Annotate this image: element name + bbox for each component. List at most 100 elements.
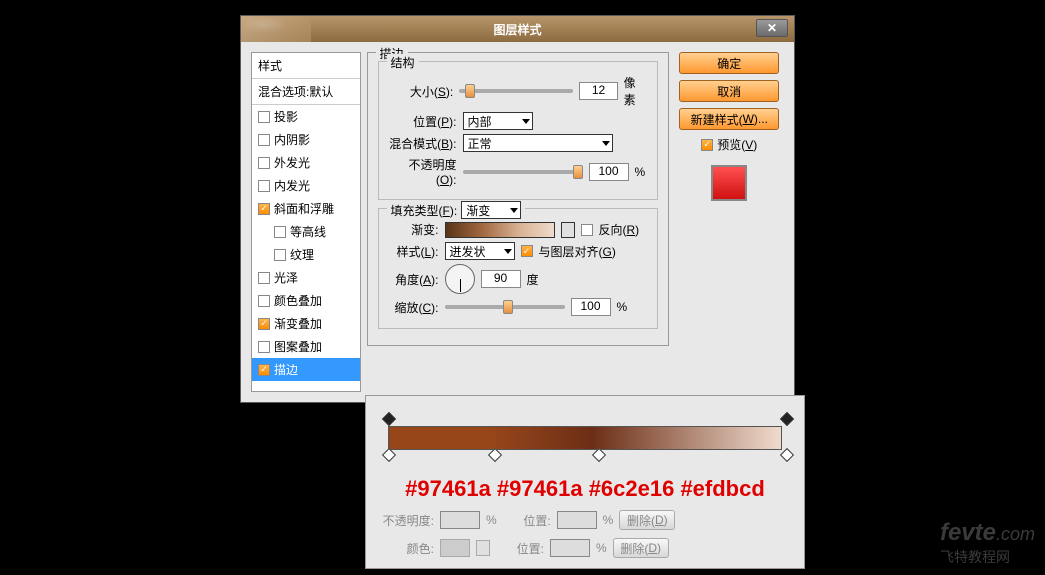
sidebar-checkbox[interactable] (258, 180, 270, 192)
sidebar-item-11[interactable]: 描边 (252, 358, 360, 381)
angle-input[interactable]: 90 (481, 270, 521, 288)
ge-color-picker (476, 540, 490, 556)
ge-color-label: 颜色: (376, 540, 434, 557)
structure-group: 结构 大小(S): 12 像素 位置(P): 内部 混合模式(B): 正常 (378, 61, 658, 200)
sidebar-item-2[interactable]: 外发光 (252, 151, 360, 174)
angle-dial[interactable] (445, 264, 475, 294)
sidebar-item-7[interactable]: 光泽 (252, 266, 360, 289)
style-combo[interactable]: 迸发状 (445, 242, 515, 260)
titlebar-decoration (241, 16, 311, 42)
sidebar-checkbox[interactable] (258, 318, 270, 330)
opacity-label: 不透明度(O): (389, 156, 457, 187)
gradient-label: 渐变: (389, 221, 439, 238)
sidebar-item-8[interactable]: 颜色叠加 (252, 289, 360, 312)
newstyle-button[interactable]: 新建样式(W)... (679, 108, 779, 130)
sidebar-item-label: 图案叠加 (274, 338, 322, 355)
layer-style-dialog: 图层样式 ✕ 样式 混合选项:默认 投影内阴影外发光内发光斜面和浮雕等高线纹理光… (240, 15, 795, 403)
close-icon: ✕ (767, 21, 777, 35)
align-checkbox[interactable] (521, 245, 533, 257)
ok-button[interactable]: 确定 (679, 52, 779, 74)
scale-unit: % (617, 300, 628, 314)
sidebar-blend-options[interactable]: 混合选项:默认 (252, 79, 360, 105)
sidebar-checkbox[interactable] (274, 249, 286, 261)
sidebar-item-label: 光泽 (274, 269, 298, 286)
size-unit: 像素 (624, 74, 647, 108)
chevron-down-icon (602, 141, 610, 146)
sidebar-item-1[interactable]: 内阴影 (252, 128, 360, 151)
sidebar-item-label: 斜面和浮雕 (274, 200, 334, 217)
reverse-checkbox[interactable] (581, 224, 593, 236)
sidebar-checkbox[interactable] (258, 341, 270, 353)
sidebar-checkbox[interactable] (258, 111, 270, 123)
sidebar-item-label: 颜色叠加 (274, 292, 322, 309)
opacity-stop[interactable] (384, 414, 396, 426)
size-slider[interactable] (459, 89, 573, 93)
hex-annotation: #97461a #97461a #6c2e16 #efdbcd (376, 476, 794, 502)
delete-opacity-button: 删除(D) (619, 510, 675, 530)
sidebar-item-5[interactable]: 等高线 (252, 220, 360, 243)
size-label: 大小(S): (389, 83, 454, 100)
ge-opacity-unit: % (486, 513, 497, 527)
gradient-editor-panel: #97461a #97461a #6c2e16 #efdbcd 不透明度: % … (365, 395, 805, 569)
sidebar-checkbox[interactable] (258, 295, 270, 307)
stroke-group: 描边 结构 大小(S): 12 像素 位置(P): 内部 混合模式(B): (367, 52, 669, 346)
sidebar-item-0[interactable]: 投影 (252, 105, 360, 128)
sidebar-checkbox[interactable] (258, 203, 270, 215)
sidebar-checkbox[interactable] (258, 364, 270, 376)
watermark: fevte.com 飞特教程网 (940, 519, 1035, 567)
sidebar-item-6[interactable]: 纹理 (252, 243, 360, 266)
sidebar-checkbox[interactable] (274, 226, 286, 238)
blendmode-combo[interactable]: 正常 (463, 134, 613, 152)
color-stop[interactable] (782, 450, 794, 462)
sidebar-item-label: 等高线 (290, 223, 326, 240)
blendmode-label: 混合模式(B): (389, 135, 457, 152)
sidebar-checkbox[interactable] (258, 134, 270, 146)
sidebar-item-label: 内阴影 (274, 131, 310, 148)
angle-label: 角度(A): (389, 271, 439, 288)
opacity-input[interactable]: 100 (589, 163, 629, 181)
sidebar-item-10[interactable]: 图案叠加 (252, 335, 360, 358)
gradient-picker-button[interactable] (561, 222, 575, 238)
opacity-stop[interactable] (782, 414, 794, 426)
gradient-bar[interactable] (388, 426, 782, 450)
sidebar-item-9[interactable]: 渐变叠加 (252, 312, 360, 335)
sidebar-checkbox[interactable] (258, 157, 270, 169)
position-label: 位置(P): (389, 113, 457, 130)
sidebar-item-3[interactable]: 内发光 (252, 174, 360, 197)
color-stop[interactable] (384, 450, 396, 462)
angle-unit: 度 (527, 271, 539, 288)
sidebar-checkbox[interactable] (258, 272, 270, 284)
ge-pos2-input (550, 539, 590, 557)
filltype-combo[interactable]: 渐变 (461, 201, 521, 219)
sidebar-item-4[interactable]: 斜面和浮雕 (252, 197, 360, 220)
preview-swatch (711, 165, 747, 201)
preview-label: 预览(V) (717, 136, 757, 153)
delete-color-button: 删除(D) (613, 538, 669, 558)
chevron-down-icon (504, 249, 512, 254)
ge-opacity-input (440, 511, 480, 529)
preview-checkbox[interactable] (701, 139, 713, 151)
color-stop[interactable] (490, 450, 502, 462)
cancel-button[interactable]: 取消 (679, 80, 779, 102)
sidebar-item-label: 外发光 (274, 154, 310, 171)
sidebar-item-label: 渐变叠加 (274, 315, 322, 332)
style-label: 样式(L): (389, 243, 439, 260)
sidebar-item-label: 描边 (274, 361, 298, 378)
structure-legend: 结构 (387, 54, 419, 71)
size-input[interactable]: 12 (579, 82, 617, 100)
opacity-unit: % (635, 165, 646, 179)
scale-slider[interactable] (445, 305, 565, 309)
scale-input[interactable]: 100 (571, 298, 611, 316)
position-combo[interactable]: 内部 (463, 112, 533, 130)
filltype-legend: 填充类型(F): 渐变 (387, 201, 526, 219)
opacity-slider[interactable] (463, 170, 583, 174)
right-panel: 确定 取消 新建样式(W)... 预览(V) (675, 52, 784, 392)
titlebar[interactable]: 图层样式 ✕ (241, 16, 794, 42)
gradient-preview[interactable] (445, 222, 555, 238)
color-stop[interactable] (594, 450, 606, 462)
main-panel: 描边 结构 大小(S): 12 像素 位置(P): 内部 混合模式(B): (367, 52, 669, 392)
close-button[interactable]: ✕ (756, 19, 788, 37)
gradient-editor[interactable] (378, 412, 792, 470)
ge-pos-unit: % (603, 513, 614, 527)
ge-pos-label: 位置: (503, 512, 551, 529)
